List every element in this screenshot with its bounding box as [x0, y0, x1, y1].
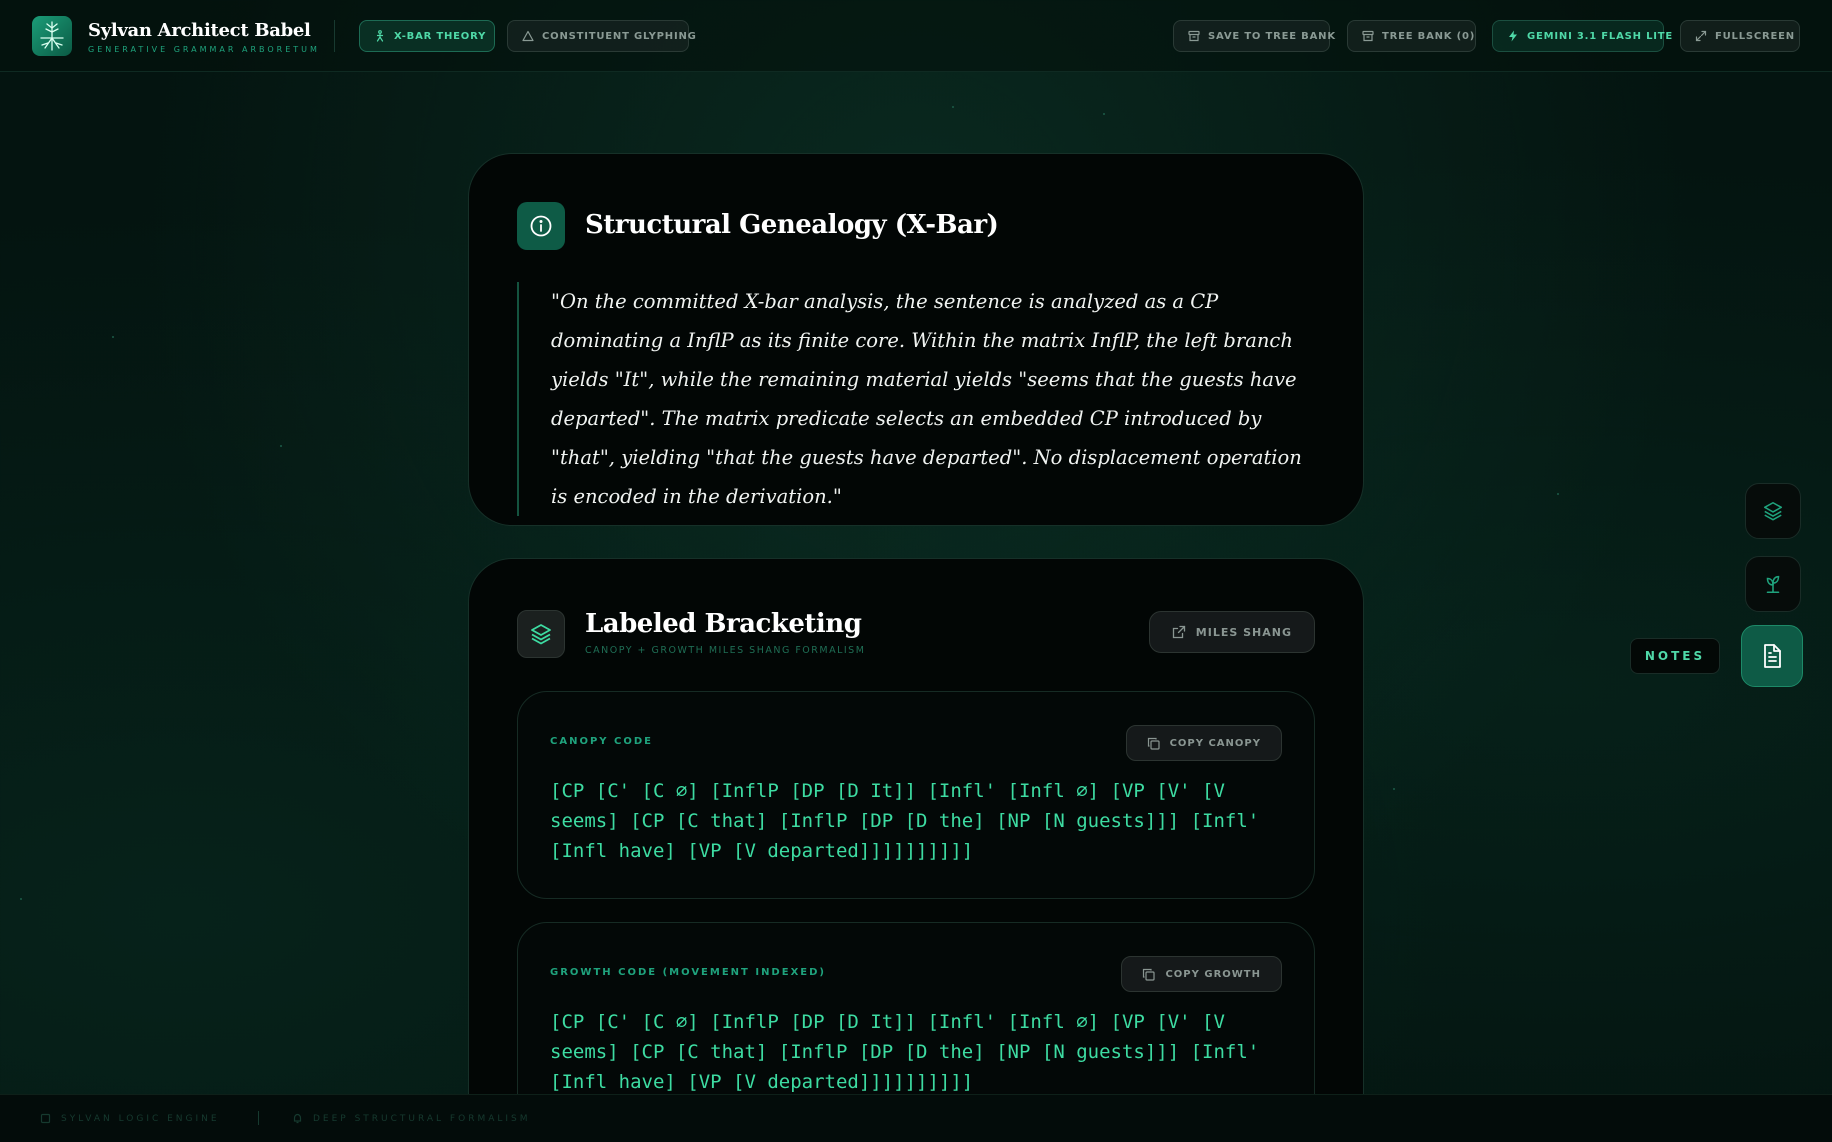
button-label: COPY CANOPY: [1169, 737, 1261, 749]
notes-tooltip: NOTES: [1630, 638, 1720, 674]
lightning-icon: [1509, 30, 1517, 42]
button-label: TREE BANK (0): [1382, 30, 1476, 42]
background-speck: [112, 336, 114, 338]
brand-subtitle: GENERATIVE GRAMMAR ARBORETUM: [88, 45, 320, 54]
canopy-code-panel: CANOPY CODE COPY CANOPY [CP [C' [C ∅] [I…: [517, 691, 1315, 899]
background-speck: [1557, 493, 1559, 495]
tab-x-bar-theory[interactable]: X-BAR THEORY: [359, 20, 495, 52]
rail-sprout-button[interactable]: [1745, 556, 1801, 612]
expand-icon: [1695, 30, 1707, 42]
genealogy-quote: "On the committed X-bar analysis, the se…: [517, 282, 1317, 516]
button-label: COPY GROWTH: [1165, 968, 1261, 980]
bracketing-card: Labeled Bracketing CANOPY + GROWTH MILES…: [468, 558, 1364, 1142]
growth-code-text: [CP [C' [C ∅] [InflP [DP [D It]] [Infl' …: [550, 1011, 1271, 1093]
canopy-code-text: [CP [C' [C ∅] [InflP [DP [D It]] [Infl' …: [550, 780, 1271, 862]
tab-label: X-BAR THEORY: [394, 30, 487, 42]
archive-icon: [1188, 30, 1200, 42]
background-speck: [20, 898, 22, 900]
app-footer: SYLVAN LOGIC ENGINE DEEP STRUCTURAL FORM…: [0, 1094, 1832, 1142]
header-divider: [334, 20, 335, 52]
person-tree-icon: [376, 30, 384, 42]
background-speck: [280, 445, 282, 447]
tab-label: CONSTITUENT GLYPHING: [542, 30, 697, 42]
miles-shang-link-button[interactable]: MILES SHANG: [1148, 611, 1315, 653]
tab-constituent-glyphing[interactable]: CONSTITUENT GLYPHING: [507, 20, 696, 52]
info-icon: [530, 215, 552, 237]
background-speck: [1393, 788, 1395, 790]
sprout-icon: [1766, 575, 1780, 594]
tree-roots-icon: [40, 21, 64, 51]
rail-layers-button[interactable]: [1745, 483, 1801, 539]
copy-icon: [1147, 737, 1160, 750]
layers-icon: [531, 624, 551, 645]
document-icon: [1764, 644, 1781, 668]
external-link-icon: [1172, 625, 1185, 639]
tree-bank-button[interactable]: TREE BANK (0): [1347, 20, 1476, 52]
bracketing-icon-box: [517, 610, 565, 658]
canopy-code-label: CANOPY CODE: [550, 736, 653, 747]
button-label: MILES SHANG: [1195, 625, 1292, 639]
fullscreen-button[interactable]: FULLSCREEN: [1680, 20, 1800, 52]
growth-code-label: GROWTH CODE (MOVEMENT INDEXED): [550, 967, 826, 978]
button-label: SAVE TO TREE BANK: [1208, 30, 1336, 42]
genealogy-icon-box: [517, 202, 565, 250]
footer-engine: SYLVAN LOGIC ENGINE: [40, 1113, 220, 1124]
genealogy-title: Structural Genealogy (X-Bar): [585, 210, 999, 240]
footer-formalism-label: DEEP STRUCTURAL FORMALISM: [313, 1113, 531, 1124]
genealogy-card: Structural Genealogy (X-Bar) "On the com…: [468, 153, 1364, 526]
footer-engine-label: SYLVAN LOGIC ENGINE: [61, 1113, 220, 1124]
chip-icon: [40, 1113, 51, 1124]
copy-icon: [1143, 968, 1156, 981]
footer-formalism: DEEP STRUCTURAL FORMALISM: [292, 1113, 531, 1124]
footer-divider: [258, 1111, 259, 1125]
model-selector-button[interactable]: GEMINI 3.1 FLASH LITE: [1492, 20, 1672, 52]
button-label: GEMINI 3.1 FLASH LITE: [1527, 30, 1674, 42]
brand-title: Sylvan Architect Babel: [88, 20, 311, 41]
layers-icon: [1763, 501, 1783, 521]
button-label: FULLSCREEN: [1715, 30, 1795, 42]
copy-growth-button[interactable]: COPY GROWTH: [1121, 956, 1282, 992]
bracketing-subtitle: CANOPY + GROWTH MILES SHANG FORMALISM: [585, 645, 866, 656]
copy-canopy-button[interactable]: COPY CANOPY: [1125, 725, 1282, 761]
app-header: Sylvan Architect Babel GENERATIVE GRAMMA…: [0, 0, 1832, 72]
background-speck: [1103, 113, 1105, 115]
app-logo: [32, 16, 72, 56]
background-speck: [952, 106, 954, 108]
bell-icon: [293, 1113, 302, 1124]
triangle-icon: [522, 30, 534, 42]
save-to-tree-bank-button[interactable]: SAVE TO TREE BANK: [1173, 20, 1335, 52]
bracketing-title: Labeled Bracketing: [585, 609, 862, 639]
rail-notes-button[interactable]: [1741, 625, 1803, 687]
archive-icon: [1362, 30, 1374, 42]
